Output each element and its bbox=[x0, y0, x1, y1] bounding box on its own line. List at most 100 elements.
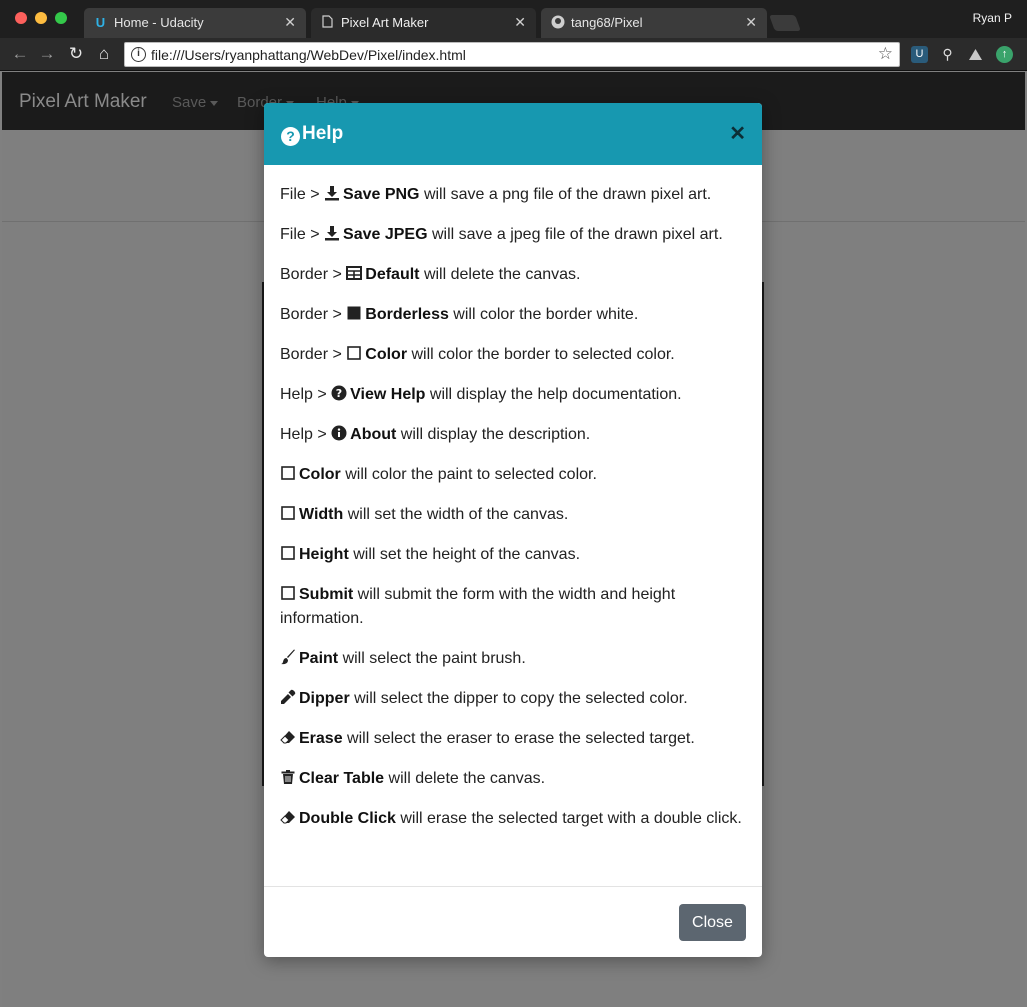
help-modal: ? Help ✕ File > Save PNG will save a png … bbox=[264, 103, 762, 957]
empty-square-icon bbox=[280, 546, 299, 563]
tab-title: tang68/Pixel bbox=[571, 15, 643, 30]
info-circle-icon bbox=[331, 425, 350, 443]
filled-square-icon bbox=[346, 306, 365, 323]
help-line-label: Paint bbox=[299, 650, 339, 667]
help-line: Paint will select the paint brush. bbox=[280, 647, 750, 671]
url-text[interactable]: file:///Users/ryanphattang/WebDev/Pixel/… bbox=[151, 47, 466, 63]
help-line-label: View Help bbox=[350, 386, 426, 403]
eraser-icon bbox=[280, 810, 299, 827]
help-line-prefix: File > bbox=[280, 186, 325, 203]
help-line-prefix: Border > bbox=[280, 266, 347, 283]
help-line-text: will color the border white. bbox=[448, 306, 639, 323]
help-line: Help > About will display the descriptio… bbox=[280, 423, 750, 447]
tab-close-icon[interactable]: ✕ bbox=[514, 14, 526, 31]
help-line-label: Erase bbox=[299, 730, 343, 747]
eyedropper-icon bbox=[280, 689, 299, 707]
help-line-text: will select the dipper to copy the selec… bbox=[349, 690, 688, 707]
help-line-text: will set the width of the canvas. bbox=[343, 506, 569, 523]
table-icon bbox=[346, 266, 365, 283]
help-line-text: will select the eraser to erase the sele… bbox=[342, 730, 695, 747]
udacity-icon: U bbox=[95, 15, 106, 30]
help-line-prefix: File > bbox=[280, 226, 325, 243]
github-icon bbox=[550, 15, 565, 30]
page-icon bbox=[320, 15, 335, 30]
help-line-text: will color the border to selected color. bbox=[407, 346, 675, 363]
browser-window: U Home - Udacity ✕ Pixel Art Maker ✕ tan… bbox=[0, 0, 1027, 1007]
help-line-text: will save a jpeg file of the drawn pixel… bbox=[427, 226, 723, 243]
eraser-icon bbox=[280, 730, 299, 747]
maximize-window-button[interactable] bbox=[55, 12, 67, 24]
help-line: Double Click will erase the selected tar… bbox=[280, 807, 750, 831]
profile-name[interactable]: Ryan P bbox=[973, 11, 1012, 25]
question-circle-icon: ? bbox=[281, 127, 300, 146]
help-line-text: will delete the canvas. bbox=[419, 266, 581, 283]
modal-body: File > Save PNG will save a png file of … bbox=[280, 183, 750, 847]
tab-title: Home - Udacity bbox=[114, 15, 204, 30]
help-line-label: Clear Table bbox=[299, 770, 385, 787]
back-arrow-icon[interactable]: ← bbox=[9, 43, 31, 65]
reload-icon[interactable]: ↻ bbox=[65, 43, 87, 65]
close-icon[interactable]: ✕ bbox=[729, 121, 746, 146]
app-brand[interactable]: Pixel Art Maker bbox=[19, 91, 147, 113]
udacity-extension-icon[interactable]: U bbox=[911, 46, 928, 63]
minimize-window-button[interactable] bbox=[35, 12, 47, 24]
drive-extension-icon[interactable] bbox=[967, 46, 984, 63]
help-line-text: will color the paint to selected color. bbox=[340, 466, 597, 483]
help-line: Height will set the height of the canvas… bbox=[280, 543, 750, 567]
help-line-label: Dipper bbox=[299, 690, 350, 707]
help-line-text: will display the description. bbox=[396, 426, 591, 443]
update-extension-icon[interactable]: ↑ bbox=[996, 46, 1013, 63]
download-icon bbox=[324, 186, 343, 203]
help-line: Submit will submit the form with the wid… bbox=[280, 583, 750, 631]
help-line-text: will select the paint brush. bbox=[338, 650, 526, 667]
help-line-text: will delete the canvas. bbox=[384, 770, 546, 787]
empty-square-icon bbox=[346, 346, 365, 363]
menu-save-label: Save bbox=[172, 94, 207, 111]
new-tab-button[interactable] bbox=[769, 15, 801, 31]
tab-pixel-art-maker[interactable]: Pixel Art Maker ✕ bbox=[311, 8, 536, 38]
star-icon[interactable]: ☆ bbox=[878, 44, 893, 64]
modal-title-text: Help bbox=[302, 123, 344, 144]
help-line-label: About bbox=[350, 426, 397, 443]
empty-square-icon bbox=[280, 506, 299, 523]
modal-header: ? Help ✕ bbox=[264, 103, 762, 165]
help-line-label: Double Click bbox=[299, 810, 396, 827]
help-line: File > Save JPEG will save a jpeg file o… bbox=[280, 223, 750, 247]
tab-close-icon[interactable]: ✕ bbox=[745, 14, 757, 31]
tab-home-udacity[interactable]: U Home - Udacity ✕ bbox=[84, 8, 306, 38]
help-line: Dipper will select the dipper to copy th… bbox=[280, 687, 750, 711]
canvas-edge-right bbox=[762, 282, 764, 786]
tab-github-pixel[interactable]: tang68/Pixel ✕ bbox=[541, 8, 767, 38]
help-line-prefix: Help > bbox=[280, 426, 332, 443]
help-line: Color will color the paint to selected c… bbox=[280, 463, 750, 487]
close-window-button[interactable] bbox=[15, 12, 27, 24]
help-line-label: Width bbox=[299, 506, 344, 523]
menu-save[interactable]: Save bbox=[172, 94, 219, 111]
help-line-label: Color bbox=[365, 346, 408, 363]
close-button[interactable]: Close bbox=[679, 904, 746, 941]
help-line-text: will set the height of the canvas. bbox=[348, 546, 581, 563]
help-line-label: Default bbox=[365, 266, 420, 283]
tab-close-icon[interactable]: ✕ bbox=[284, 14, 296, 31]
help-line-prefix: Border > bbox=[280, 306, 347, 323]
address-bar[interactable]: i file:///Users/ryanphattang/WebDev/Pixe… bbox=[124, 42, 900, 67]
forward-arrow-icon[interactable]: → bbox=[36, 43, 58, 65]
help-line-prefix: Help > bbox=[280, 386, 332, 403]
download-icon bbox=[324, 226, 343, 243]
browser-toolbar: ← → ↻ ⌂ i file:///Users/ryanphattang/Web… bbox=[0, 38, 1027, 71]
help-line-text: will save a png file of the drawn pixel … bbox=[419, 186, 712, 203]
modal-title: ? Help bbox=[281, 123, 343, 146]
magnifier-extension-icon[interactable]: ⚲ bbox=[939, 46, 956, 63]
empty-square-icon bbox=[280, 586, 299, 603]
title-bar: U Home - Udacity ✕ Pixel Art Maker ✕ tan… bbox=[0, 0, 1027, 38]
home-icon[interactable]: ⌂ bbox=[93, 43, 115, 65]
help-line-label: Save PNG bbox=[343, 186, 420, 203]
chevron-down-icon bbox=[210, 100, 219, 106]
question-circle-icon: ? bbox=[331, 385, 350, 403]
paint-brush-icon bbox=[280, 649, 299, 667]
modal-footer: Close bbox=[264, 886, 762, 957]
help-line-text: will erase the selected target with a do… bbox=[395, 810, 742, 827]
help-line: Border > Color will color the border to … bbox=[280, 343, 750, 367]
help-line: Border > Borderless will color the borde… bbox=[280, 303, 750, 327]
info-icon[interactable]: i bbox=[131, 47, 146, 62]
